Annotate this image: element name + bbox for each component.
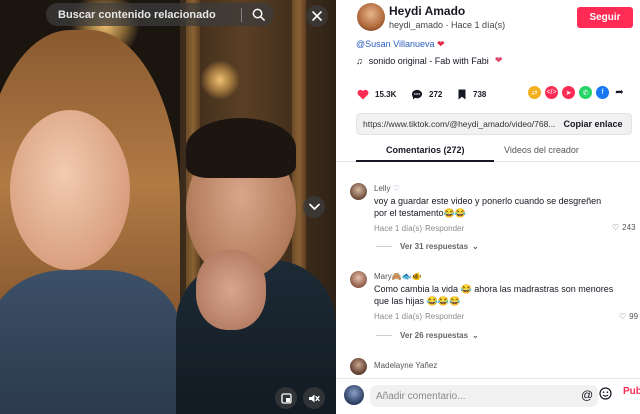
music-note-icon: ♫: [356, 55, 363, 66]
reply-button[interactable]: Responder: [425, 224, 464, 233]
music-row[interactable]: ♫ sonido original - Fab with Fabi ❤: [356, 55, 502, 66]
thread-dash: [376, 246, 392, 247]
heart-emoji-icon: ❤: [494, 55, 503, 65]
post-comment-button[interactable]: Publicar: [623, 386, 640, 397]
comment-like-count: 243: [622, 223, 636, 232]
share-row: ⇄ </> ➤ ✆ f ➦: [528, 86, 626, 99]
share-link-box: https://www.tiktok.com/@heydi_amado/vide…: [356, 113, 632, 135]
view-replies-button[interactable]: Ver 26 respuestas ⌄: [376, 331, 479, 340]
author-avatar[interactable]: [357, 3, 385, 31]
mini-player-icon[interactable]: [275, 387, 297, 409]
heart-icon: [357, 89, 369, 99]
comment-line: voy a guardar este video y ponerlo cuand…: [374, 196, 602, 206]
mention-icon[interactable]: @: [581, 388, 593, 402]
view-replies-button[interactable]: Ver 31 respuestas ⌄: [376, 242, 479, 251]
close-icon[interactable]: [306, 5, 328, 27]
lamp-light: [200, 60, 240, 100]
heart-outline-icon: ♡: [612, 223, 620, 232]
video-frame: [0, 0, 336, 414]
commenter-avatar[interactable]: [350, 358, 367, 375]
view-replies-label[interactable]: Ver 31 respuestas: [400, 242, 468, 251]
video-player[interactable]: [0, 0, 336, 414]
heart-emoji-icon: ❤: [437, 39, 445, 49]
commenter-name[interactable]: Madelayne Yañez: [374, 361, 437, 370]
comment-like-button[interactable]: ♡ 99: [619, 312, 638, 321]
view-replies-label[interactable]: Ver 26 respuestas: [400, 331, 468, 340]
heart-emoji-icon: ♡: [392, 184, 400, 193]
chevron-down-icon: ⌄: [472, 331, 479, 340]
comment-like-count: 99: [629, 312, 639, 321]
commenter-avatar[interactable]: [350, 183, 367, 200]
commenter-name-text[interactable]: Lelly: [374, 184, 390, 193]
person-right-hand: [196, 250, 266, 330]
comment-text: Como cambia la vida 😂 ahora las madrastr…: [374, 284, 613, 307]
comment-button[interactable]: 272: [411, 87, 442, 101]
save-count: 738: [473, 89, 487, 99]
bookmark-icon: [458, 89, 466, 99]
tab-underline: [356, 160, 494, 162]
comment-line: por el testamento😂😂: [374, 207, 466, 218]
copy-link-button[interactable]: Copiar enlace: [555, 119, 631, 129]
mention-link[interactable]: @Susan Villanueva: [356, 39, 435, 49]
collab-icon[interactable]: ⇄: [528, 86, 541, 99]
reply-button[interactable]: Responder: [425, 312, 464, 321]
embed-icon[interactable]: </>: [545, 86, 558, 99]
person-right-hair: [186, 118, 296, 178]
search-input[interactable]: [46, 8, 241, 21]
user-avatar[interactable]: [344, 385, 364, 405]
tab-bar: Comentarios (272) Videos del creador: [336, 140, 640, 162]
share-more-icon[interactable]: ➦: [613, 86, 626, 99]
comment-input[interactable]: [370, 385, 598, 407]
chevron-down-icon: ⌄: [472, 242, 479, 251]
mute-icon[interactable]: [303, 387, 325, 409]
tab-creator-videos[interactable]: Videos del creador: [504, 145, 579, 155]
person-left-jacket: [0, 270, 180, 414]
search-icon[interactable]: [242, 3, 274, 26]
commenter-name[interactable]: Lelly ♡: [374, 184, 400, 193]
tab-comments[interactable]: Comentarios (272): [386, 145, 465, 155]
whatsapp-icon[interactable]: ✆: [579, 86, 592, 99]
author-meta: heydi_amado · Hace 1 día(s): [389, 20, 506, 30]
send-icon[interactable]: ➤: [562, 86, 575, 99]
chevron-down-icon[interactable]: [303, 196, 325, 218]
caption-mention[interactable]: @Susan Villanueva ❤: [356, 39, 445, 50]
comment-time: Hace 1 día(s): [374, 224, 423, 233]
comment-time: Hace 1 día(s): [374, 312, 423, 321]
person-left-face: [10, 110, 130, 270]
comment-count: 272: [429, 89, 443, 99]
like-count: 15.3K: [375, 89, 397, 99]
comment-icon: [411, 89, 422, 99]
thread-dash: [376, 335, 392, 336]
heart-outline-icon: ♡: [619, 312, 627, 321]
share-link-url[interactable]: https://www.tiktok.com/@heydi_amado/vide…: [357, 119, 555, 129]
commenter-name[interactable]: Mary🙈🐟🐠: [374, 272, 422, 281]
commenter-avatar[interactable]: [350, 271, 367, 288]
comment-text: voy a guardar este video y ponerlo cuand…: [374, 196, 601, 219]
search-bar[interactable]: [46, 3, 274, 26]
comment-line: Como cambia la vida 😂 ahora las madrastr…: [374, 284, 614, 294]
save-button[interactable]: 738: [457, 87, 486, 101]
comment-like-button[interactable]: ♡ 243: [612, 223, 636, 232]
emoji-icon[interactable]: [599, 387, 612, 403]
facebook-icon[interactable]: f: [596, 86, 609, 99]
music-title[interactable]: sonido original - Fab with Fabi: [369, 56, 489, 66]
like-button[interactable]: 15.3K: [357, 87, 396, 101]
follow-button[interactable]: Seguir: [577, 7, 633, 28]
comment-line: que las hijas 😂😂😂: [374, 295, 461, 306]
author-name[interactable]: Heydi Amado: [389, 4, 465, 18]
